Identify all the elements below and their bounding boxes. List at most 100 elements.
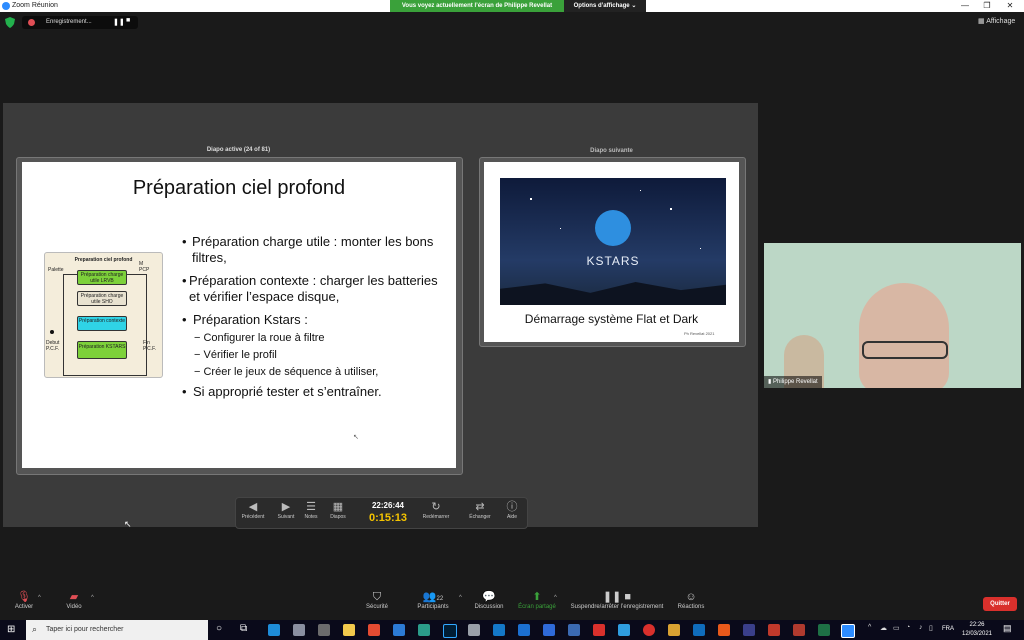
security-button[interactable]: ⛉ Sécurité bbox=[347, 591, 407, 610]
pause-icon[interactable]: ❚❚ bbox=[113, 18, 125, 26]
notifications-icon[interactable]: ▤ bbox=[1003, 623, 1012, 634]
swap-button[interactable]: ⇄ Échanger bbox=[465, 500, 495, 520]
maximize-icon[interactable]: ❐ bbox=[976, 0, 998, 12]
swap-label: Échanger bbox=[469, 514, 491, 520]
task-view-icon[interactable]: ⧉ bbox=[240, 623, 247, 634]
wifi-icon[interactable]: ◔ bbox=[906, 624, 910, 631]
diagram-box-sho: Préparation charge utile SHO bbox=[77, 291, 127, 306]
edge-icon[interactable] bbox=[268, 624, 280, 636]
outlook-icon[interactable] bbox=[693, 624, 705, 636]
slides-button[interactable]: ▦ Diapos bbox=[324, 500, 352, 520]
next-button[interactable]: ▶ Suivant bbox=[271, 500, 301, 520]
notes-button[interactable]: ☰ Notes bbox=[298, 500, 324, 520]
chrome-icon[interactable] bbox=[368, 624, 380, 636]
glasses bbox=[862, 341, 948, 359]
chevron-down-icon: ⌄ bbox=[631, 3, 637, 9]
share-screen-button[interactable]: ⬆ Écran partagé bbox=[507, 591, 567, 610]
recording-label: Enregistrement... bbox=[46, 19, 92, 25]
bullet-item: • Préparation contexte : charger les batt… bbox=[182, 273, 447, 305]
webcam-video[interactable]: ▮ Philippe Revellat bbox=[764, 243, 1021, 388]
video-button[interactable]: ▰ Vidéo bbox=[44, 591, 104, 610]
stop-icon[interactable]: ■ bbox=[126, 17, 130, 24]
chevron-up-icon[interactable]: ^ bbox=[91, 595, 94, 601]
minimize-icon[interactable]: — bbox=[954, 0, 976, 12]
reactions-button[interactable]: ☺ Réactions bbox=[661, 591, 721, 610]
view-button[interactable]: ▦ Affichage bbox=[978, 17, 1015, 25]
tray-chevron-icon[interactable]: ^ bbox=[868, 624, 871, 631]
app-icon[interactable] bbox=[418, 624, 430, 636]
participants-button[interactable]: 👥22 Participants bbox=[403, 591, 463, 610]
mountain-silhouette bbox=[500, 282, 726, 305]
battery-icon[interactable]: ▯ bbox=[929, 624, 933, 632]
bullet-item: • Préparation Kstars : bbox=[182, 312, 308, 327]
opera-icon[interactable] bbox=[643, 624, 655, 636]
chevron-up-icon[interactable]: ^ bbox=[38, 595, 41, 601]
quit-button[interactable]: Quitter bbox=[983, 597, 1017, 611]
app-icon[interactable] bbox=[468, 624, 480, 636]
volume-icon[interactable]: ♪ bbox=[919, 624, 923, 631]
diagram-end-label: Fin P.C.F. bbox=[143, 340, 156, 352]
reactions-icon: ☺ bbox=[685, 591, 697, 603]
dropbox-icon[interactable] bbox=[518, 624, 530, 636]
chevron-up-icon[interactable]: ^ bbox=[554, 595, 557, 601]
recording-indicator: Enregistrement... ❚❚ ■ bbox=[22, 16, 138, 29]
recording-control-button[interactable]: ❚❚ ■ Suspendre/arrêter l’enregistrement bbox=[565, 591, 669, 610]
close-icon[interactable]: ✕ bbox=[999, 0, 1021, 12]
bullet-item: • Préparation charge utile : monter les b… bbox=[182, 234, 447, 266]
restart-button[interactable]: ↻ Redémarrer bbox=[419, 500, 453, 520]
network-icon[interactable]: ▭ bbox=[893, 624, 900, 632]
unmute-label: Activer bbox=[14, 604, 34, 610]
diagram-box-kstars: Préparation KSTARS bbox=[77, 341, 127, 359]
app-icon[interactable] bbox=[293, 624, 305, 636]
mail-icon[interactable] bbox=[393, 624, 405, 636]
tray-app-icon[interactable]: ☁ bbox=[880, 624, 887, 632]
app-icon[interactable] bbox=[793, 624, 805, 636]
share-screen-icon: ⬆ bbox=[532, 591, 542, 603]
zoom-logo-icon bbox=[2, 2, 10, 10]
kstars-splash-image: KSTARS bbox=[500, 178, 726, 305]
app-icon[interactable] bbox=[493, 624, 505, 636]
photoshop-icon[interactable] bbox=[443, 624, 457, 638]
slide-title: Préparation ciel profond bbox=[132, 177, 346, 199]
app-icon[interactable] bbox=[768, 624, 780, 636]
app-icon[interactable] bbox=[593, 624, 605, 636]
help-button[interactable]: ⓘ Aide bbox=[500, 500, 524, 520]
next-label: Suivant bbox=[277, 514, 295, 520]
app-icon[interactable] bbox=[668, 624, 680, 636]
taskbar-clock[interactable]: 22:26 12/03/2021 bbox=[960, 621, 994, 639]
search-icon: ⌕ bbox=[32, 624, 38, 634]
app-icon[interactable] bbox=[743, 624, 755, 636]
language-indicator[interactable]: FRA bbox=[942, 626, 954, 632]
window-title: Zoom Réunion bbox=[12, 2, 58, 9]
shield-icon[interactable] bbox=[5, 17, 15, 28]
previous-button[interactable]: ◀ Précédent bbox=[238, 500, 268, 520]
file-explorer-icon[interactable] bbox=[343, 624, 355, 636]
view-options-button[interactable]: Options d’affichage ⌄ bbox=[564, 0, 646, 12]
swap-icon: ⇄ bbox=[475, 501, 485, 513]
presenter-timer: 0:15:13 bbox=[369, 512, 407, 524]
windows-start-icon[interactable]: ⊞ bbox=[7, 624, 15, 635]
office-icon[interactable] bbox=[718, 624, 730, 636]
slide-sub-bullets: − Configurer la roue à filtre − Vérifier… bbox=[182, 332, 447, 378]
app-icon[interactable] bbox=[618, 624, 630, 636]
slides-label: Diapos bbox=[330, 514, 346, 520]
previous-label: Précédent bbox=[241, 514, 265, 520]
taskbar-search[interactable]: ⌕ Taper ici pour rechercher bbox=[26, 620, 208, 640]
excel-icon[interactable] bbox=[818, 624, 830, 636]
record-icon bbox=[28, 19, 35, 26]
sub-bullet-text: Créer le jeux de séquence à utiliser, bbox=[203, 366, 379, 378]
current-slide-label: Diapo active (24 of 81) bbox=[206, 147, 271, 153]
presenter-clock: 22:26:44 bbox=[371, 501, 405, 510]
next-slide-title: Démarrage système Flat et Dark bbox=[524, 312, 699, 326]
slide-bullets: • Préparation charge utile : monter les b… bbox=[182, 234, 447, 400]
video-off-icon: ▰ bbox=[69, 591, 79, 603]
next-slide-label: Diapo suivante bbox=[590, 148, 633, 154]
app-icon[interactable] bbox=[568, 624, 580, 636]
zoom-taskbar-icon[interactable] bbox=[841, 624, 855, 638]
cortana-icon[interactable]: ○ bbox=[216, 623, 222, 634]
pause-stop-icon: ❚❚ ■ bbox=[602, 591, 632, 603]
store-icon[interactable] bbox=[318, 624, 330, 636]
bullet-item: • Si approprié tester et s’entraîner. bbox=[182, 384, 382, 399]
search-placeholder: Taper ici pour rechercher bbox=[46, 626, 124, 633]
app-icon[interactable] bbox=[543, 624, 555, 636]
